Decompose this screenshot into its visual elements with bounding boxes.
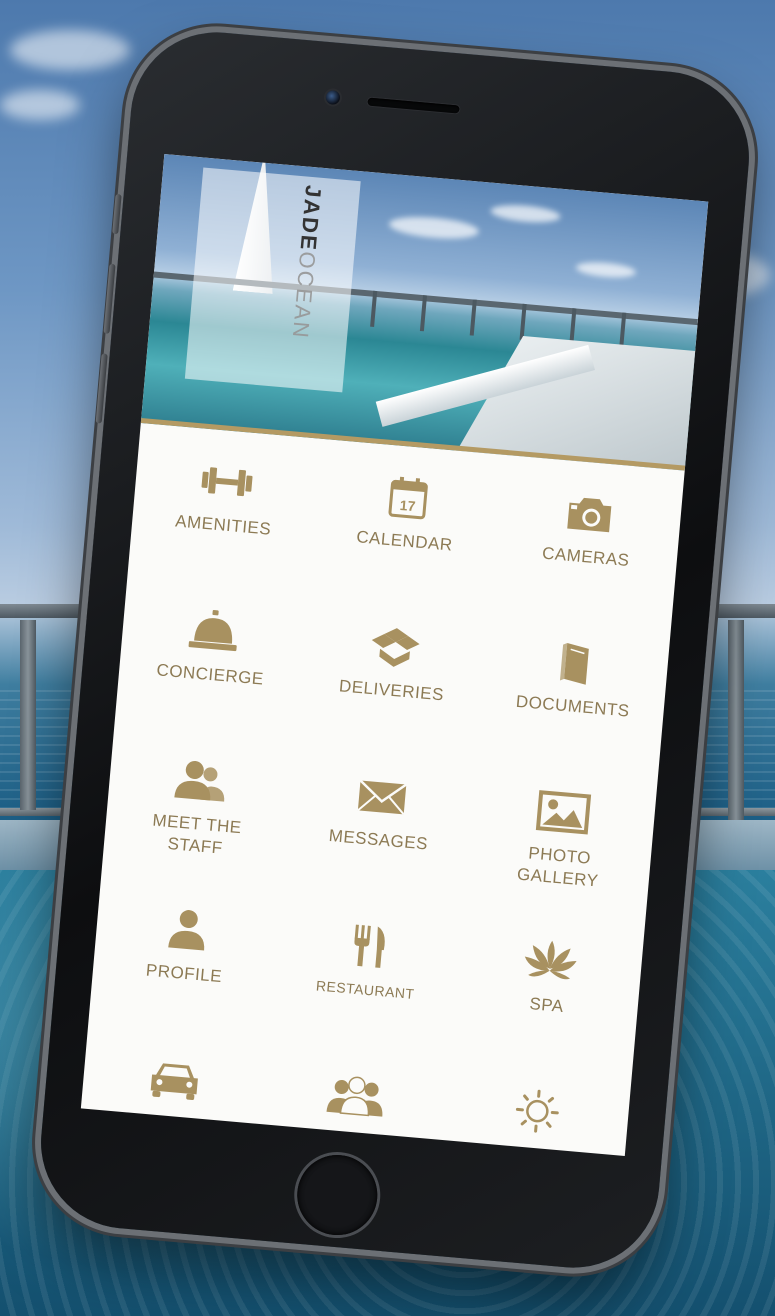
app-logo: JADEOCEAN	[287, 184, 326, 341]
logo-word-2: OCEAN	[287, 250, 321, 341]
service-bell-icon	[188, 610, 237, 652]
menu-item-concierge[interactable]: CONCIERGE	[113, 590, 307, 755]
menu-item-label: RESTAURANT	[315, 977, 416, 1002]
picture-icon	[535, 790, 592, 835]
calendar-day-badge: 17	[399, 497, 416, 514]
menu-item-profile[interactable]: PROFILE	[87, 889, 281, 1054]
menu-item-label: PHOTO GALLERY	[516, 843, 600, 891]
camera-icon	[567, 497, 612, 533]
menu-item-label: PROFILE	[145, 960, 223, 987]
menu-item-deliveries[interactable]: DELIVERIES	[294, 606, 488, 771]
cloud	[388, 213, 480, 242]
menu-item-label: MESSAGES	[328, 825, 429, 854]
sun-icon	[515, 1089, 559, 1133]
dumbbell-icon	[201, 467, 253, 497]
fork-knife-icon	[354, 924, 385, 968]
person-icon	[168, 910, 205, 951]
menu-item-label: DELIVERIES	[338, 676, 445, 705]
railing-post	[20, 620, 36, 810]
cloud	[10, 30, 130, 70]
cloud	[575, 260, 637, 280]
menu-item-calendar[interactable]: 17 CALENDAR	[307, 457, 501, 622]
app-screen: JADEOCEAN AMENITIES 17 CALENDAR CAMERAS …	[80, 154, 709, 1156]
menu-item-documents[interactable]: DOCUMENTS	[476, 622, 670, 787]
open-box-icon	[371, 628, 420, 667]
group-icon	[326, 1076, 383, 1117]
menu-item-label: CALENDAR	[355, 527, 454, 555]
menu-item-label: AMENITIES	[174, 511, 272, 539]
menu-item-meet-the-staff[interactable]: MEET THE STAFF	[100, 740, 294, 905]
menu-item-label: SPA	[528, 994, 565, 1017]
menu-grid: AMENITIES 17 CALENDAR CAMERAS CONCIERGE …	[81, 441, 683, 1156]
car-icon	[150, 1063, 198, 1101]
logo-panel: JADEOCEAN	[184, 167, 361, 393]
lotus-icon	[524, 940, 577, 980]
cloud	[0, 90, 80, 120]
book-icon	[559, 642, 589, 685]
railing-post	[728, 620, 744, 820]
cloud	[489, 202, 562, 225]
menu-item-label: MEET THE STAFF	[151, 810, 243, 858]
people-icon	[174, 761, 225, 802]
phone-device: JADEOCEAN AMENITIES 17 CALENDAR CAMERAS …	[33, 25, 757, 1275]
menu-item-photo-gallery[interactable]: PHOTO GALLERY	[463, 771, 657, 936]
menu-item-label: CONCIERGE	[155, 660, 265, 689]
menu-item-cameras[interactable]: CAMERAS	[489, 473, 683, 638]
menu-item-label: CAMERAS	[541, 543, 631, 571]
menu-item-amenities[interactable]: AMENITIES	[126, 441, 320, 606]
calendar-icon: 17	[388, 476, 428, 520]
hero-image: JADEOCEAN	[140, 154, 709, 471]
envelope-icon	[357, 779, 408, 816]
menu-item-messages[interactable]: MESSAGES	[281, 756, 475, 921]
menu-item-restaurant[interactable]: RESTAURANT	[268, 905, 462, 1070]
menu-item-spa[interactable]: SPA	[450, 921, 644, 1086]
menu-item-label: DOCUMENTS	[515, 691, 631, 721]
logo-word-1: JADE	[295, 184, 327, 253]
